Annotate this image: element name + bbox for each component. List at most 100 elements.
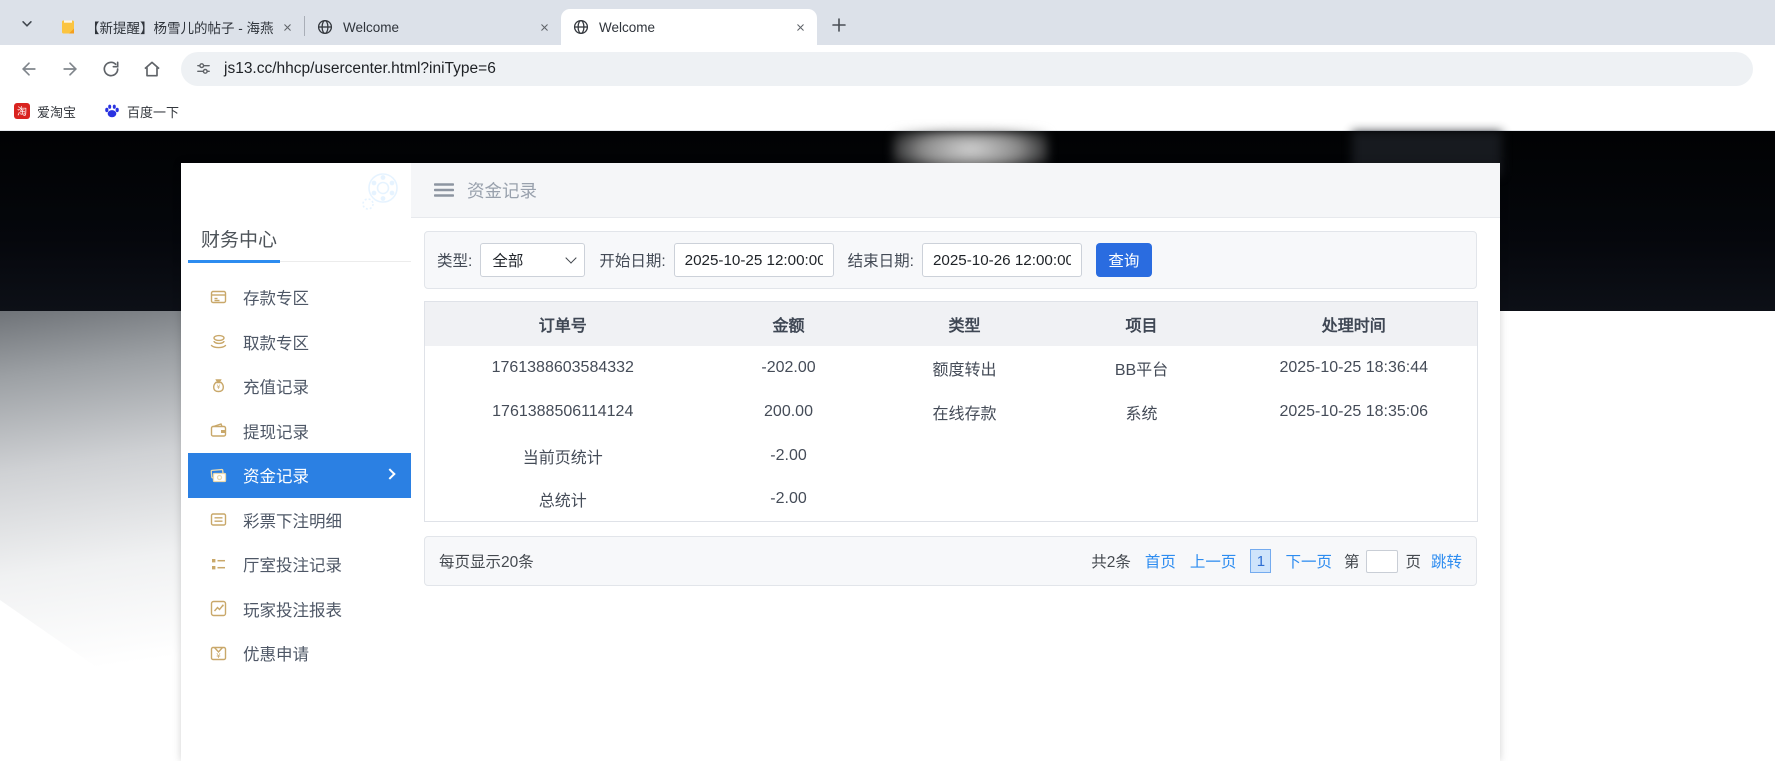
browser-tab[interactable]: 【新提醒】杨雪儿的帖子 - 海燕 <box>48 9 304 45</box>
browser-tab[interactable]: Welcome <box>561 9 817 45</box>
table-cell <box>877 434 1053 478</box>
table-cell <box>1231 478 1478 522</box>
new-tab-button[interactable] <box>825 11 853 39</box>
table-header-cell: 处理时间 <box>1231 302 1478 346</box>
address-bar[interactable]: js13.cc/hhcp/usercenter.html?iniType=6 <box>181 52 1753 86</box>
sidebar-item[interactable]: 彩票下注明细 <box>188 498 411 543</box>
type-select-value: 全部 <box>492 249 523 271</box>
type-label: 类型: <box>437 249 472 271</box>
current-page[interactable]: 1 <box>1250 549 1271 573</box>
table-row: 当前页统计-2.00 <box>425 434 1478 478</box>
sidebar-item[interactable]: 资金记录 <box>188 453 411 498</box>
sidebar-section-label: 财务中心 <box>188 218 411 262</box>
tab-title: 【新提醒】杨雪儿的帖子 - 海燕 <box>86 17 273 37</box>
tab-close-icon[interactable] <box>536 19 553 36</box>
table-cell: -2.00 <box>701 434 877 478</box>
sidebar-item[interactable]: 存款专区 <box>188 275 411 320</box>
chevron-down-icon <box>566 252 577 263</box>
next-page-link[interactable]: 下一页 <box>1285 550 1332 572</box>
table-cell <box>877 478 1053 522</box>
jump-go-link[interactable]: 跳转 <box>1431 550 1462 572</box>
browser-toolbar: js13.cc/hhcp/usercenter.html?iniType=6 <box>0 45 1775 92</box>
bookmarks-bar: 淘爱淘宝 百度一下 <box>0 92 1775 131</box>
banknotes-icon <box>210 467 227 484</box>
table-cell: 1761388506114124 <box>425 390 701 434</box>
first-page-link[interactable]: 首页 <box>1145 550 1176 572</box>
table-row: 1761388506114124200.00在线存款系统2025-10-25 1… <box>425 390 1478 434</box>
end-date-input[interactable] <box>922 243 1082 277</box>
bookmark-label: 百度一下 <box>127 102 179 121</box>
main-content: 资金记录 类型: 全部 开始日期: 结束日期: 查询 订单号金额 <box>411 163 1500 761</box>
sidebar-item[interactable]: ¥充值记录 <box>188 364 411 409</box>
records-table: 订单号金额类型项目处理时间 1761388603584332-202.00额度转… <box>424 301 1478 522</box>
user-center-panel: 玩家中心 PLAYERS CENTER 财务中心 存款专区取款专区 ¥充值记录提现… <box>181 163 1500 761</box>
table-header-cell: 订单号 <box>425 302 701 346</box>
baidu-icon <box>104 103 120 119</box>
sidebar-item[interactable]: 玩家投注报表 <box>188 587 411 632</box>
jump-label-post: 页 <box>1405 550 1421 572</box>
table-cell: 在线存款 <box>877 390 1053 434</box>
table-cell: 1761388603584332 <box>425 346 701 390</box>
table-cell: 额度转出 <box>877 346 1053 390</box>
tab-strip: 【新提醒】杨雪儿的帖子 - 海燕 Welcome Welcome <box>0 0 1775 45</box>
bookmarks-list: 淘爱淘宝 百度一下 <box>14 102 207 121</box>
table-cell: 2025-10-25 18:35:06 <box>1231 390 1478 434</box>
type-select[interactable]: 全部 <box>480 243 585 277</box>
site-settings-icon[interactable] <box>195 60 212 77</box>
browser-tab[interactable]: Welcome <box>305 9 561 45</box>
bet-list-icon <box>210 556 227 573</box>
sidebar-menu: 存款专区取款专区 ¥充值记录提现记录资金记录彩票下注明细厅室投注记录玩家投注报表 ¥… <box>188 275 411 676</box>
total-count: 共2条 <box>1091 550 1131 572</box>
back-icon <box>19 59 39 79</box>
svg-text:¥: ¥ <box>216 652 221 660</box>
tab-bar: 【新提醒】杨雪儿的帖子 - 海燕 Welcome Welcome <box>48 9 817 45</box>
bookmark-item[interactable]: 淘爱淘宝 <box>14 102 76 121</box>
table-cell: 2025-10-25 18:36:44 <box>1231 346 1478 390</box>
sidebar-item[interactable]: 厅室投注记录 <box>188 542 411 587</box>
forward-icon <box>60 59 80 79</box>
note-icon <box>60 19 76 35</box>
page-size-label: 每页显示20条 <box>439 550 534 572</box>
sidebar-item[interactable]: 取款专区 <box>188 320 411 365</box>
bookmark-item[interactable]: 百度一下 <box>104 102 179 121</box>
background-wedge <box>0 600 180 761</box>
wallet-icon <box>210 422 227 439</box>
search-button[interactable]: 查询 <box>1096 243 1152 277</box>
sidebar-item-label: 提现记录 <box>243 419 309 443</box>
page-title: 资金记录 <box>467 178 537 203</box>
jump-page-input[interactable] <box>1366 550 1398 573</box>
table-header-row: 订单号金额类型项目处理时间 <box>425 302 1478 346</box>
start-date-input[interactable] <box>674 243 834 277</box>
filter-bar: 类型: 全部 开始日期: 结束日期: 查询 <box>424 231 1477 289</box>
table-header-cell: 项目 <box>1053 302 1231 346</box>
svg-text:¥: ¥ <box>217 384 221 391</box>
chevron-down-icon <box>20 17 34 31</box>
tab-close-icon[interactable] <box>792 19 809 36</box>
content-header: 资金记录 <box>411 163 1500 218</box>
sidebar-item-label: 玩家投注报表 <box>243 597 342 621</box>
table-cell <box>1053 478 1231 522</box>
prev-page-link[interactable]: 上一页 <box>1190 550 1237 572</box>
table-cell: 当前页统计 <box>425 434 701 478</box>
receipt-list-icon <box>210 511 227 528</box>
coupon-icon: ¥ <box>210 645 227 662</box>
tab-close-icon[interactable] <box>279 19 296 36</box>
sidebar-header: 玩家中心 PLAYERS CENTER <box>188 163 411 218</box>
tab-search-button[interactable] <box>12 9 42 39</box>
menu-icon[interactable] <box>434 183 454 197</box>
sidebar-item[interactable]: 提现记录 <box>188 409 411 454</box>
forward-button[interactable] <box>53 52 87 86</box>
globe-icon <box>317 19 333 35</box>
tab-title: Welcome <box>599 20 786 35</box>
home-icon <box>142 59 162 79</box>
report-chart-icon <box>210 600 227 617</box>
home-button[interactable] <box>135 52 169 86</box>
sidebar-item[interactable]: ¥优惠申请 <box>188 631 411 676</box>
table-cell: 总统计 <box>425 478 701 522</box>
table-cell: 200.00 <box>701 390 877 434</box>
table-row: 总统计-2.00 <box>425 478 1478 522</box>
back-button[interactable] <box>12 52 46 86</box>
reload-button[interactable] <box>94 52 128 86</box>
sidebar-item-label: 取款专区 <box>243 330 309 354</box>
reload-icon <box>101 59 121 79</box>
